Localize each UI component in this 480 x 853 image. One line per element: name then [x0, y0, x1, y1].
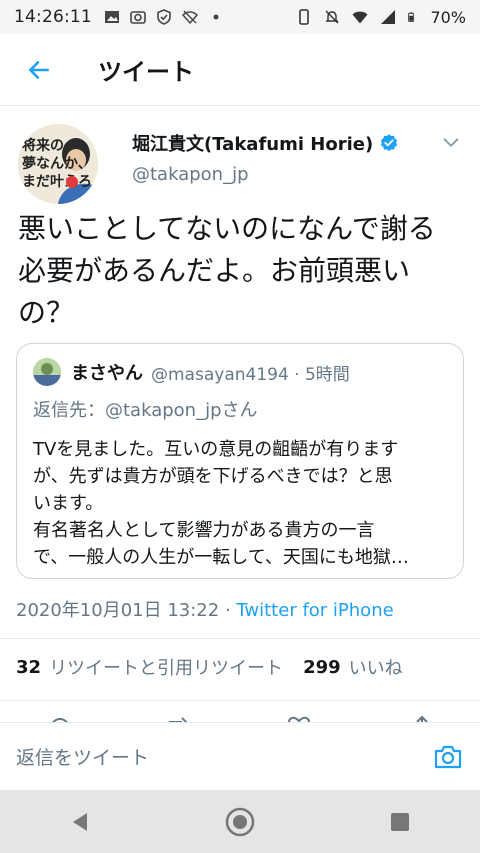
square-recents-icon: [391, 812, 409, 831]
tweet-text-line: 必要があるんだよ。お前頭悪い: [18, 254, 411, 287]
camera-icon[interactable]: [432, 741, 464, 773]
signal-icon: [381, 10, 396, 24]
tweet-meta: 2020年10月01日 13:22 · Twitter for iPhone: [16, 596, 394, 622]
author-avatar[interactable]: 将来の 夢なんか、 まだ叶えろ: [18, 124, 98, 204]
tweet-text-line: 悪いことしてないのになんで謝る: [18, 212, 436, 245]
shield-icon: [157, 9, 171, 25]
retweet-label[interactable]: リツイートと引用リツイート: [49, 654, 283, 680]
quote-avatar-image: [33, 358, 61, 386]
quote-text-line: TVを見ました。互いの意見の齟齬が有ります: [33, 439, 399, 460]
wifi-off-icon: [181, 10, 198, 25]
status-time: 14:26:11: [14, 7, 92, 27]
image-icon: [104, 11, 119, 23]
chevron-down-icon[interactable]: [440, 132, 462, 154]
like-count[interactable]: 299: [303, 657, 341, 678]
page-title: ツイート: [98, 58, 194, 86]
nav-back-button[interactable]: [60, 802, 100, 842]
author-name[interactable]: 堀江貴文(Takafumi Horie): [132, 130, 373, 156]
action-row: [0, 712, 480, 722]
reply-input[interactable]: 返信をツイート: [16, 743, 432, 770]
author-handle[interactable]: @takapon_jp: [132, 164, 249, 185]
svg-text:将来の: 将来の: [22, 137, 64, 154]
tweet-text-line: の？: [18, 296, 75, 329]
quoted-tweet[interactable]: まさやん @masayan4194 · 5時間 返信先：@takapon_jpさ…: [16, 343, 464, 579]
tweet-timestamp: 2020年10月01日 13:22: [16, 600, 220, 621]
reply-bar: 返信をツイート: [0, 722, 480, 790]
divider: [0, 700, 480, 701]
avatar-image: 将来の 夢なんか、 まだ叶えろ: [18, 124, 98, 204]
quote-text: TVを見ました。互いの意見の齟齬が有ります が、先ずは貴方が頭を下げるべきでは？…: [33, 436, 449, 571]
quote-text-line: で、一般人の人生が一転して、天国にも地獄…: [33, 547, 409, 568]
divider: [0, 638, 480, 639]
quote-text-line: います。: [33, 493, 104, 514]
wifi-icon: [352, 11, 368, 24]
back-button[interactable]: [22, 53, 56, 87]
verified-badge-icon: [381, 134, 398, 152]
quote-author-name: まさやん: [71, 363, 143, 384]
quote-avatar: [33, 358, 61, 386]
status-bar: 14:26:11 70%: [0, 0, 480, 34]
phone-icon: [299, 9, 310, 25]
svg-text:まだ叶えろ: まだ叶えろ: [22, 174, 92, 190]
triangle-back-icon: [73, 812, 87, 831]
svg-text:夢なんか、: 夢なんか、: [22, 155, 92, 172]
battery-icon: [408, 12, 415, 22]
quote-text-line: が、先ずは貴方が頭を下げるべきでは？と思: [33, 466, 393, 487]
tweet-text: 悪いことしてないのになんで謝る 必要があるんだよ。お前頭悪い の？: [18, 208, 468, 334]
meta-separator: ·: [219, 600, 237, 621]
arrow-left-icon: [29, 60, 49, 79]
nav-home-button[interactable]: [220, 802, 260, 842]
quote-text-line: 有名著名人として影響力がある貴方の一言: [33, 520, 375, 541]
tweet-author: 将来の 夢なんか、 まだ叶えろ 堀江貴文(Takafumi Horie) @ta…: [18, 124, 468, 204]
dot-icon: [213, 14, 219, 20]
retweet-count[interactable]: 32: [16, 657, 41, 678]
nav-recents-button[interactable]: [380, 802, 420, 842]
quote-author-handle: @masayan4194 · 5時間: [151, 364, 350, 385]
system-navigation-bar: [0, 790, 480, 853]
tweet-stats: 32 リツイートと引用リツイート 299 いいね: [16, 654, 403, 680]
mute-icon: [325, 10, 340, 24]
battery-percent: 70%: [430, 7, 466, 27]
camera-icon: [130, 11, 146, 24]
app-header: ツイート: [0, 34, 480, 106]
quote-reply-to: 返信先：@takapon_jpさん: [33, 400, 258, 421]
tweet-client-link[interactable]: Twitter for iPhone: [236, 600, 393, 621]
circle-home-icon: [225, 807, 255, 836]
like-label[interactable]: いいね: [349, 654, 403, 680]
